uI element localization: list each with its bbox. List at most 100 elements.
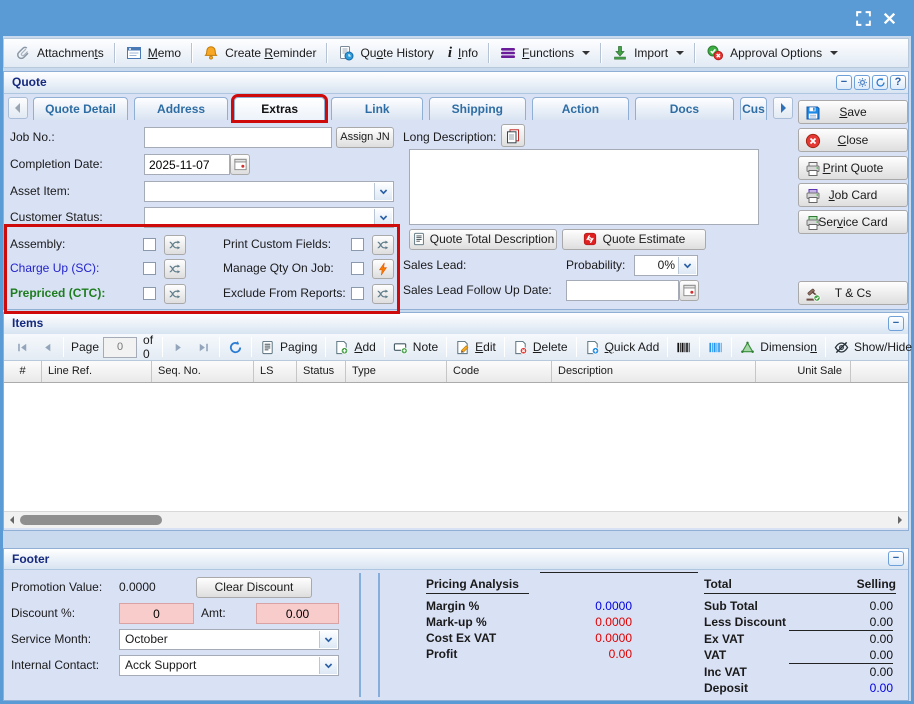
- sales-lead-follow-up-input[interactable]: [566, 280, 679, 301]
- quote-history-button[interactable]: Quote History: [331, 41, 440, 65]
- close-window-icon[interactable]: [881, 10, 898, 27]
- barcode-blue-button[interactable]: [703, 336, 728, 358]
- chevron-down-icon[interactable]: [319, 631, 337, 648]
- collapse-button[interactable]: −: [888, 316, 904, 331]
- sales-lead-follow-up-label: Sales Lead Follow Up Date:: [403, 280, 552, 301]
- exclude-reports-shuffle-button[interactable]: [372, 284, 394, 304]
- assign-jn-button[interactable]: Assign JN: [336, 127, 394, 148]
- copy-description-button[interactable]: [501, 124, 525, 147]
- exclude-reports-checkbox[interactable]: [351, 287, 364, 300]
- manage-qty-checkbox[interactable]: [351, 262, 364, 275]
- collapse-button[interactable]: −: [836, 75, 852, 90]
- asset-item-select[interactable]: [144, 181, 394, 202]
- chevron-down-icon[interactable]: [678, 257, 696, 274]
- chevron-down-icon[interactable]: [374, 183, 392, 200]
- close-button[interactable]: Close: [798, 128, 908, 152]
- print-quote-button[interactable]: Print Quote: [798, 156, 908, 180]
- barcode-button[interactable]: [671, 336, 696, 358]
- approval-options-button[interactable]: Approval Options: [699, 41, 845, 65]
- memo-button[interactable]: Memo: [119, 41, 188, 65]
- refresh-panel-button[interactable]: [872, 75, 888, 90]
- col-ls[interactable]: LS: [254, 361, 297, 382]
- next-page-icon: [171, 340, 186, 355]
- job-card-button[interactable]: Job Card: [798, 183, 908, 207]
- follow-up-calendar-button[interactable]: [679, 280, 699, 301]
- col-unit-sale[interactable]: Unit Sale: [756, 361, 851, 382]
- quote-total-description-button[interactable]: Quote Total Description: [409, 229, 557, 250]
- prev-page-button[interactable]: [35, 336, 60, 358]
- scroll-right-arrow[interactable]: [892, 512, 908, 528]
- vat-label: VAT: [704, 648, 726, 662]
- assembly-checkbox[interactable]: [143, 238, 156, 251]
- maximize-icon[interactable]: [855, 10, 872, 27]
- help-button[interactable]: ?: [890, 75, 906, 90]
- attachments-button[interactable]: Attachments: [8, 41, 111, 65]
- tab-scroll-right-button[interactable]: [773, 97, 793, 119]
- col-code[interactable]: Code: [447, 361, 552, 382]
- first-page-button[interactable]: [10, 336, 35, 358]
- amt-input[interactable]: [256, 603, 339, 624]
- internal-contact-select[interactable]: Acck Support: [119, 655, 339, 676]
- chevron-down-icon[interactable]: [319, 657, 337, 674]
- scroll-left-arrow[interactable]: [4, 512, 20, 528]
- tab-address[interactable]: Address: [134, 97, 228, 120]
- tab-shipping[interactable]: Shipping: [429, 97, 526, 120]
- quick-add-button[interactable]: Quick Add: [580, 336, 665, 358]
- toolbar-separator: [325, 337, 326, 357]
- scrollbar-thumb[interactable]: [20, 515, 162, 525]
- tab-docs[interactable]: Docs: [635, 97, 734, 120]
- prepriced-checkbox[interactable]: [143, 287, 156, 300]
- col-line-ref[interactable]: Line Ref.: [42, 361, 152, 382]
- charge-up-shuffle-button[interactable]: [164, 259, 186, 279]
- prepriced-shuffle-button[interactable]: [164, 284, 186, 304]
- col-status[interactable]: Status: [297, 361, 346, 382]
- charge-up-checkbox[interactable]: [143, 262, 156, 275]
- page-number-input[interactable]: [103, 337, 137, 358]
- settings-gear-button[interactable]: [854, 75, 870, 90]
- service-month-select[interactable]: October: [119, 629, 339, 650]
- col-description[interactable]: Description: [552, 361, 756, 382]
- manage-qty-bolt-button[interactable]: [372, 259, 394, 279]
- note-button[interactable]: Note: [388, 336, 443, 358]
- tab-action[interactable]: Action: [532, 97, 630, 120]
- tab-quote-detail[interactable]: Quote Detail: [33, 97, 129, 120]
- tab-link[interactable]: Link: [331, 97, 423, 120]
- delete-button[interactable]: Delete: [508, 336, 573, 358]
- print-custom-fields-shuffle-button[interactable]: [372, 235, 394, 255]
- dimension-button[interactable]: Dimension: [735, 336, 822, 358]
- probability-select[interactable]: 0%: [634, 255, 698, 276]
- terms-and-conditions-button[interactable]: T & Cs: [798, 281, 908, 305]
- show-hide-button[interactable]: Show/Hide: [829, 336, 914, 358]
- long-description-textarea[interactable]: [409, 149, 759, 225]
- clear-discount-button[interactable]: Clear Discount: [196, 577, 312, 598]
- tab-cus-truncated[interactable]: Cus: [740, 97, 768, 120]
- tab-extras[interactable]: Extras: [234, 97, 326, 120]
- last-page-button[interactable]: [191, 336, 216, 358]
- paging-button[interactable]: Paging: [255, 336, 322, 358]
- functions-button[interactable]: Functions: [493, 41, 597, 65]
- save-button[interactable]: Save: [798, 100, 908, 124]
- col-seq-no[interactable]: Seq. No.: [152, 361, 254, 382]
- import-button[interactable]: Import: [605, 41, 691, 65]
- next-page-button[interactable]: [166, 336, 191, 358]
- add-button[interactable]: Add: [329, 336, 380, 358]
- job-no-input[interactable]: [144, 127, 332, 148]
- tab-scroll-left-button[interactable]: [8, 97, 28, 119]
- info-button[interactable]: iInfo: [441, 41, 485, 65]
- refresh-grid-button[interactable]: [223, 336, 248, 358]
- collapse-button[interactable]: −: [888, 551, 904, 566]
- quote-estimate-button[interactable]: Quote Estimate: [562, 229, 706, 250]
- chevron-down-icon[interactable]: [374, 209, 392, 226]
- horizontal-scrollbar[interactable]: [4, 511, 908, 528]
- edit-button[interactable]: Edit: [450, 336, 501, 358]
- create-reminder-button[interactable]: Create Reminder: [196, 41, 323, 65]
- print-custom-fields-checkbox[interactable]: [351, 238, 364, 251]
- assembly-shuffle-button[interactable]: [164, 235, 186, 255]
- col-type[interactable]: Type: [346, 361, 447, 382]
- service-card-button[interactable]: Service Card: [798, 210, 908, 234]
- completion-date-calendar-button[interactable]: [230, 154, 250, 175]
- col-number[interactable]: #: [4, 361, 42, 382]
- customer-status-select[interactable]: [144, 207, 394, 228]
- completion-date-input[interactable]: [144, 154, 230, 175]
- discount-input[interactable]: [119, 603, 194, 624]
